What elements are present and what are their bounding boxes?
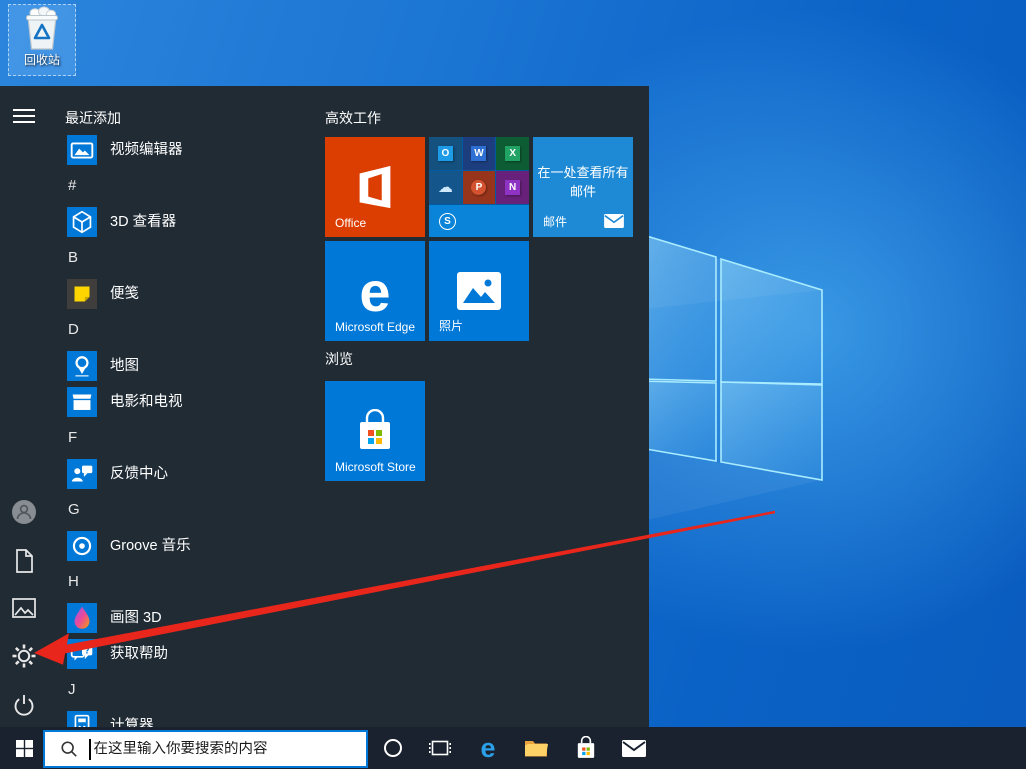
app-item-sticky-notes[interactable]: 便笺 xyxy=(48,276,320,312)
tile-area: 高效工作 Office O W X ☁ P N S 在一处查看所有邮件 xyxy=(325,86,649,727)
get-help-icon: ? xyxy=(67,639,97,669)
feedback-hub-icon xyxy=(67,459,97,489)
mail-tile-message: 在一处查看所有邮件 xyxy=(535,163,631,201)
app-item-3d-viewer[interactable]: 3D 查看器 xyxy=(48,204,320,240)
app-letter[interactable]: H xyxy=(48,564,320,600)
edge-icon: e xyxy=(480,735,495,762)
cortana-icon xyxy=(383,738,403,758)
task-view-icon xyxy=(429,739,451,757)
text-caret xyxy=(89,739,91,760)
tile-label: Office xyxy=(335,216,366,230)
tile-label: 邮件 xyxy=(543,213,567,230)
documents-icon xyxy=(12,548,36,574)
app-letter[interactable]: # xyxy=(48,168,320,204)
maps-icon xyxy=(67,351,97,381)
tile-microsoft-store[interactable]: Microsoft Store xyxy=(325,381,425,481)
svg-text:?: ? xyxy=(85,647,90,656)
hamburger-icon xyxy=(13,109,35,123)
tile-label: Microsoft Store xyxy=(335,460,416,474)
task-view-button[interactable] xyxy=(420,727,460,769)
tile-label: Microsoft Edge xyxy=(335,320,415,334)
tile-office[interactable]: Office xyxy=(325,137,425,237)
store-taskbar-button[interactable] xyxy=(566,727,606,769)
mail-icon xyxy=(622,740,646,757)
app-letter[interactable]: J xyxy=(48,672,320,708)
store-icon xyxy=(355,409,395,453)
power-icon xyxy=(11,692,37,718)
recycle-bin-desktop-icon[interactable]: 回收站 xyxy=(8,4,76,76)
tile-group-title-productivity[interactable]: 高效工作 xyxy=(325,108,381,128)
powerpoint-icon: P xyxy=(463,171,496,204)
app-letter[interactable]: B xyxy=(48,240,320,276)
photos-icon xyxy=(457,272,501,310)
outlook-icon: O xyxy=(429,137,462,170)
pictures-icon xyxy=(11,596,37,620)
tile-label: 照片 xyxy=(439,317,463,334)
expand-menu-button[interactable] xyxy=(0,101,48,131)
word-icon: W xyxy=(463,137,496,170)
app-item-movies-tv[interactable]: 电影和电视 xyxy=(48,384,320,420)
onenote-icon: N xyxy=(496,171,529,204)
app-item-video-editor[interactable]: 视频编辑器 xyxy=(48,132,320,168)
recycle-bin-icon xyxy=(19,5,65,53)
app-item-feedback-hub[interactable]: 反馈中心 xyxy=(48,456,320,492)
user-account-button[interactable] xyxy=(0,497,48,527)
settings-icon xyxy=(10,642,38,670)
user-icon xyxy=(11,499,37,525)
mail-taskbar-button[interactable] xyxy=(614,727,654,769)
app-list: 视频编辑器 # 3D 查看器 B 便笺 D 地图 xyxy=(48,132,320,744)
file-explorer-icon xyxy=(524,738,548,758)
start-menu: 最近添加 视频编辑器 # 3D 查看器 B 便笺 D xyxy=(0,86,649,727)
app-item-groove-music[interactable]: Groove 音乐 xyxy=(48,528,320,564)
file-explorer-button[interactable] xyxy=(516,727,556,769)
settings-button[interactable] xyxy=(0,641,48,671)
start-menu-rail xyxy=(0,86,48,727)
search-input[interactable] xyxy=(94,741,367,757)
start-icon xyxy=(16,740,33,757)
app-letter[interactable]: G xyxy=(48,492,320,528)
start-button[interactable] xyxy=(0,727,48,769)
3d-viewer-icon xyxy=(67,207,97,237)
tile-microsoft-edge[interactable]: e Microsoft Edge xyxy=(325,241,425,341)
app-item-paint-3d[interactable]: 画图 3D xyxy=(48,600,320,636)
cortana-button[interactable] xyxy=(373,727,413,769)
app-letter[interactable]: F xyxy=(48,420,320,456)
excel-icon: X xyxy=(496,137,529,170)
pictures-button[interactable] xyxy=(0,593,48,623)
documents-button[interactable] xyxy=(0,546,48,576)
paint-3d-icon xyxy=(67,603,97,633)
office-icon xyxy=(350,161,400,213)
edge-taskbar-button[interactable]: e xyxy=(468,727,508,769)
movies-tv-icon xyxy=(67,387,97,417)
video-editor-icon xyxy=(67,135,97,165)
app-item-maps[interactable]: 地图 xyxy=(48,348,320,384)
app-item-get-help[interactable]: ? 获取帮助 xyxy=(48,636,320,672)
tile-office-apps[interactable]: O W X ☁ P N S xyxy=(429,137,529,237)
recycle-bin-label: 回收站 xyxy=(24,51,60,68)
tile-mail[interactable]: 在一处查看所有邮件 邮件 xyxy=(533,137,633,237)
app-letter[interactable]: D xyxy=(48,312,320,348)
onedrive-icon: ☁ xyxy=(429,171,462,204)
tile-group-title-browse[interactable]: 浏览 xyxy=(325,349,353,369)
taskbar: e xyxy=(0,727,1026,769)
mail-icon xyxy=(604,214,624,228)
taskbar-search[interactable] xyxy=(43,730,368,768)
skype-icon: S xyxy=(429,205,529,237)
sticky-notes-icon xyxy=(67,279,97,309)
search-icon xyxy=(60,740,78,758)
power-button[interactable] xyxy=(0,690,48,720)
recently-added-header: 最近添加 xyxy=(65,108,121,128)
store-icon xyxy=(575,736,597,760)
tile-photos[interactable]: 照片 xyxy=(429,241,529,341)
groove-music-icon xyxy=(67,531,97,561)
